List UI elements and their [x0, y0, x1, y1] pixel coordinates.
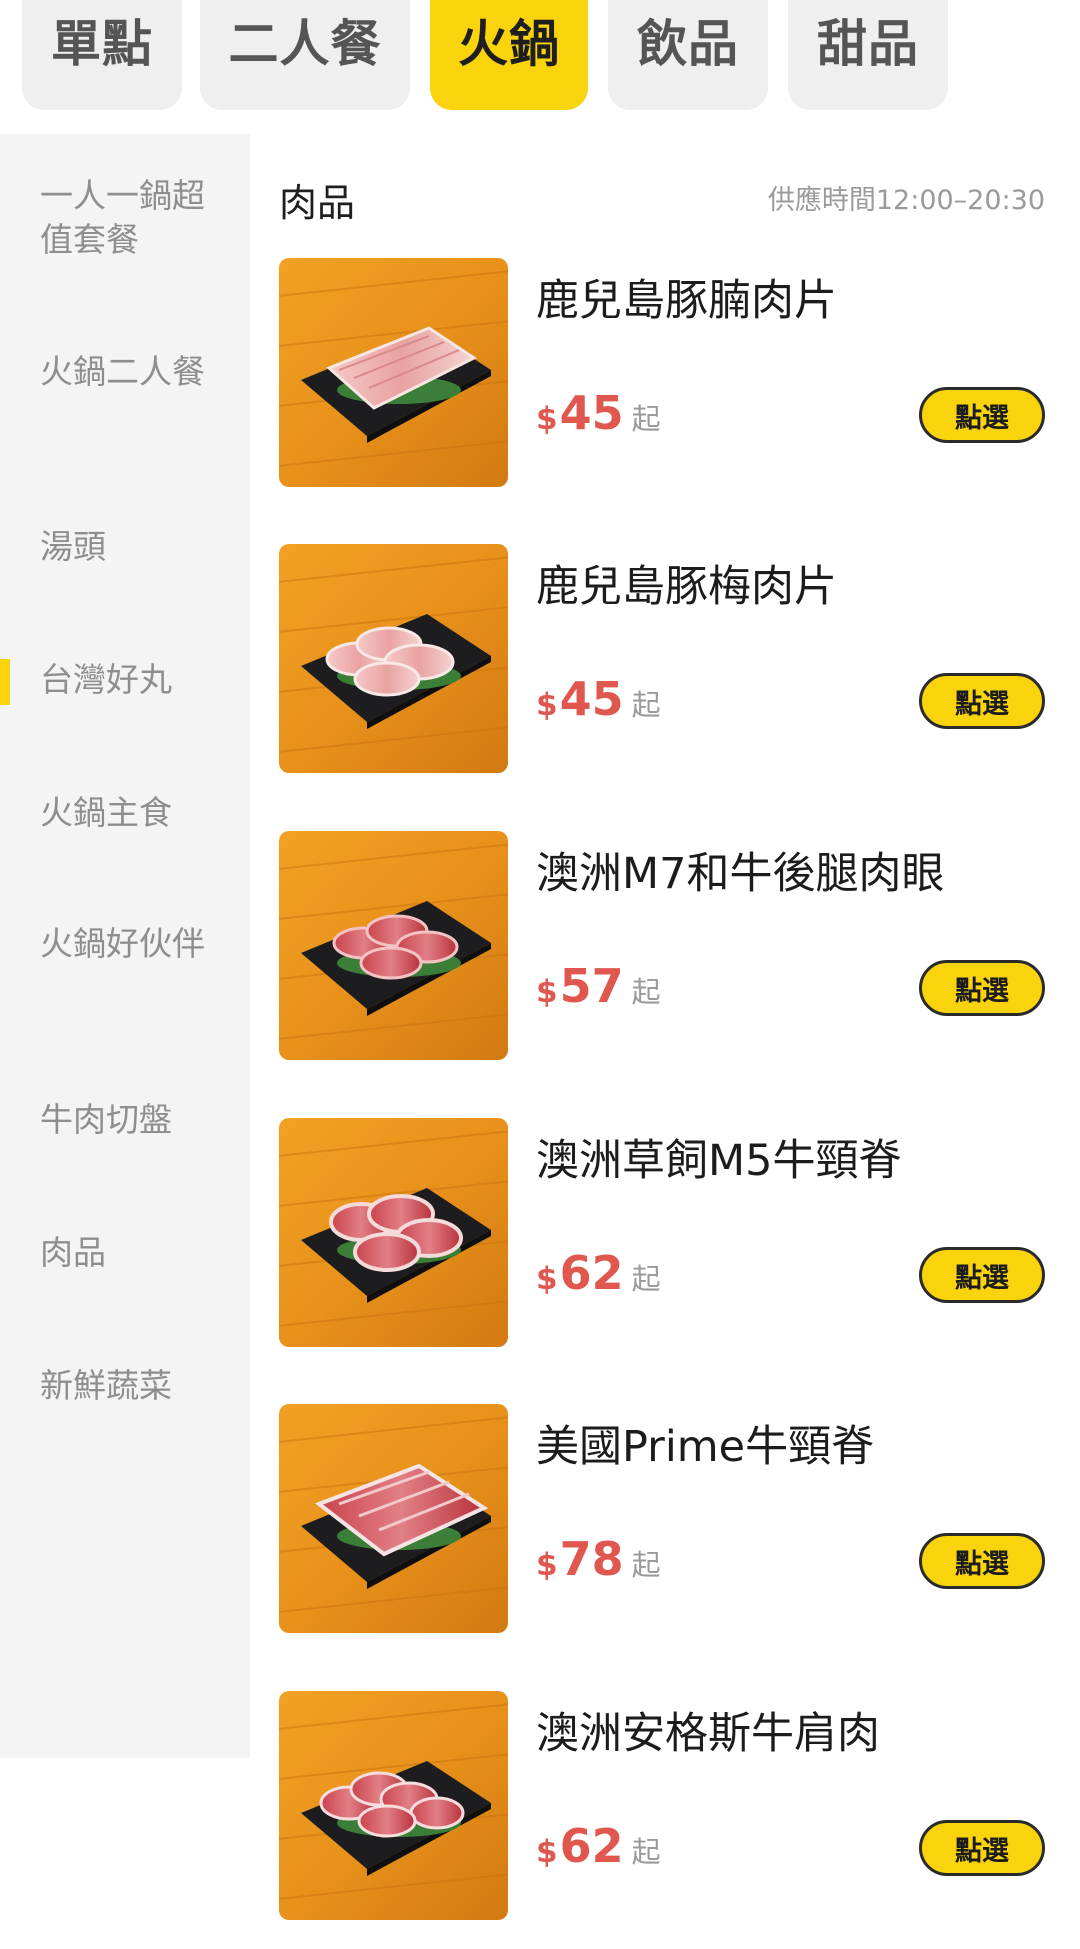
category-tabs: 單點 二人餐 火鍋 飲品 甜品	[0, 0, 1080, 134]
price-from-label: 起	[631, 688, 661, 722]
product-card[interactable]: 鹿兒島豚腩肉片 $ 45 起 點選	[279, 258, 1045, 488]
product-card[interactable]: 美國Prime牛頸脊 $ 78 起 點選	[279, 1404, 1045, 1634]
meat-slices-icon	[279, 1118, 508, 1347]
menu-page: 單點 二人餐 火鍋 飲品 甜品 一人一鍋超值套餐 火鍋二人餐 湯頭 台灣好丸 火…	[0, 0, 1080, 1949]
product-card[interactable]: 澳洲安格斯牛肩肉 $ 62 起 點選	[279, 1691, 1045, 1921]
product-price: $ 62 起	[536, 1246, 661, 1306]
sidebar-item-soup-base[interactable]: 湯頭	[40, 525, 210, 569]
sidebar-item-meat[interactable]: 肉品	[40, 1231, 210, 1275]
meat-slices-icon	[279, 258, 508, 487]
product-price: $ 57 起	[536, 959, 661, 1019]
select-button[interactable]: 點選	[919, 1533, 1045, 1589]
product-list: 肉品 供應時間12:00–20:30 鹿兒島豚腩肉片 $ 45 起 點選 鹿兒島…	[250, 134, 1080, 1949]
product-price: $ 45 起	[536, 672, 661, 732]
product-card[interactable]: 澳洲草飼M5牛頸脊 $ 62 起 點選	[279, 1118, 1045, 1348]
tab-drinks[interactable]: 飲品	[608, 0, 768, 110]
product-card[interactable]: 澳洲M7和牛後腿肉眼 $ 57 起 點選	[279, 831, 1045, 1061]
price-amount: 45	[559, 386, 624, 440]
sidebar-item-hotpot-staples[interactable]: 火鍋主食	[40, 791, 210, 835]
price-currency: $	[536, 1547, 558, 1583]
price-from-label: 起	[631, 975, 661, 1009]
select-button[interactable]: 點選	[919, 1820, 1045, 1876]
price-currency: $	[536, 1261, 558, 1297]
tab-two-person[interactable]: 二人餐	[200, 0, 410, 110]
price-from-label: 起	[631, 402, 661, 436]
sidebar-item-hotpot-for-two[interactable]: 火鍋二人餐	[40, 350, 210, 394]
price-amount: 62	[559, 1246, 624, 1300]
product-name: 澳洲M7和牛後腿肉眼	[536, 849, 945, 899]
service-hours: 供應時間12:00–20:30	[767, 185, 1045, 216]
sidebar-item-single-pot-set[interactable]: 一人一鍋超值套餐	[40, 174, 210, 262]
product-name: 鹿兒島豚腩肉片	[536, 276, 837, 326]
price-currency: $	[536, 974, 558, 1010]
sidebar: 一人一鍋超值套餐 火鍋二人餐 湯頭 台灣好丸 火鍋主食 火鍋好伙伴 牛肉切盤 肉…	[0, 134, 250, 1758]
price-from-label: 起	[631, 1835, 661, 1869]
product-name: 鹿兒島豚梅肉片	[536, 562, 837, 612]
sidebar-item-hotpot-partners[interactable]: 火鍋好伙伴	[40, 922, 210, 966]
product-name: 澳洲安格斯牛肩肉	[536, 1709, 880, 1759]
price-from-label: 起	[631, 1262, 661, 1296]
product-card[interactable]: 鹿兒島豚梅肉片 $ 45 起 點選	[279, 544, 1045, 774]
price-amount: 57	[559, 959, 624, 1013]
price-currency: $	[536, 687, 558, 723]
section-title: 肉品	[279, 181, 356, 225]
price-amount: 62	[559, 1819, 624, 1873]
select-button[interactable]: 點選	[919, 387, 1045, 443]
tab-desserts[interactable]: 甜品	[788, 0, 948, 110]
meat-slices-icon	[279, 544, 508, 773]
price-currency: $	[536, 1834, 558, 1870]
product-price: $ 78 起	[536, 1532, 661, 1592]
tab-hotpot[interactable]: 火鍋	[430, 0, 588, 110]
price-amount: 45	[559, 672, 624, 726]
price-from-label: 起	[631, 1548, 661, 1582]
sidebar-item-beef-platter[interactable]: 牛肉切盤	[40, 1098, 210, 1142]
sidebar-item-fresh-vegetables[interactable]: 新鮮蔬菜	[40, 1364, 210, 1408]
tab-single[interactable]: 單點	[22, 0, 182, 110]
sidebar-item-taiwan-balls[interactable]: 台灣好丸	[40, 658, 210, 702]
active-indicator	[0, 659, 10, 705]
meat-slices-icon	[279, 1691, 508, 1920]
select-button[interactable]: 點選	[919, 960, 1045, 1016]
price-currency: $	[536, 401, 558, 437]
select-button[interactable]: 點選	[919, 1247, 1045, 1303]
meat-slices-icon	[279, 831, 508, 1060]
product-price: $ 62 起	[536, 1819, 661, 1879]
product-price: $ 45 起	[536, 386, 661, 446]
product-name: 澳洲草飼M5牛頸脊	[536, 1136, 902, 1186]
select-button[interactable]: 點選	[919, 673, 1045, 729]
price-amount: 78	[559, 1532, 624, 1586]
product-name: 美國Prime牛頸脊	[536, 1422, 875, 1472]
meat-slices-icon	[279, 1404, 508, 1633]
